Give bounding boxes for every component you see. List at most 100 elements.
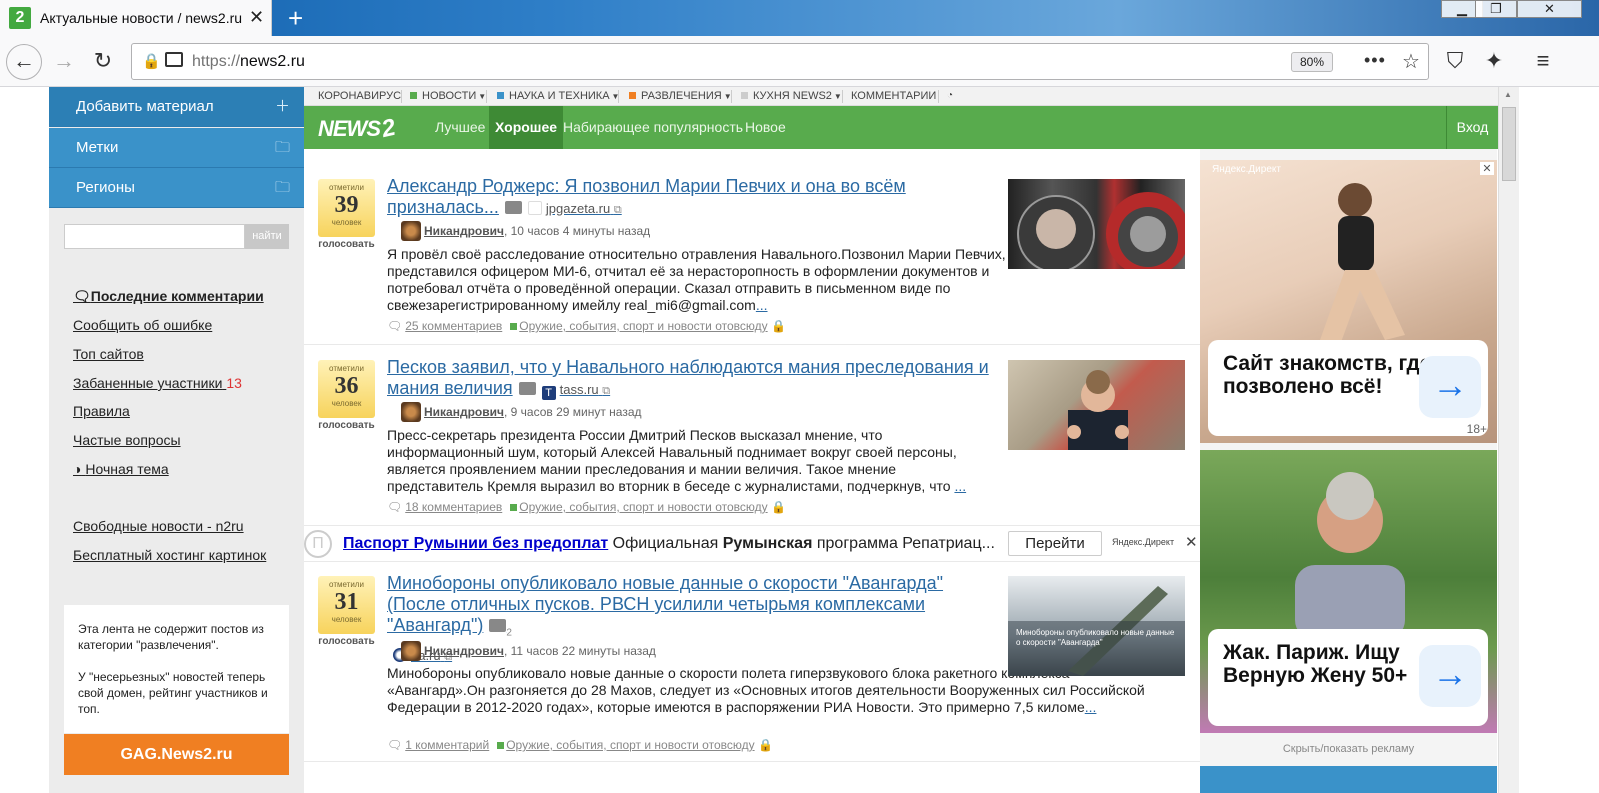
login-button[interactable]: Вход [1446,106,1498,149]
shield-icon[interactable]: ⛉ [1440,46,1470,76]
forward-icon[interactable]: → [49,46,79,76]
tab-good[interactable]: Хорошее [489,106,564,149]
arrow-right-icon[interactable]: → [1419,645,1481,707]
tab-rising[interactable]: Набирающее популярность [563,106,743,149]
faq-link[interactable]: Частые вопросы [73,432,181,448]
vote-widget[interactable]: отметили 31 человек голосовать [318,576,375,647]
cat-kitchen[interactable]: КУХНЯ NEWS2 ▼ [741,90,842,102]
vote-link[interactable]: голосовать [318,420,375,431]
divider [618,90,619,103]
ad-dating[interactable]: Яндекс.Директ ✕ Сайт знакомств, где позв… [1200,160,1497,443]
top-sites-link[interactable]: Топ сайтов [73,346,144,362]
free-hosting-link[interactable]: Бесплатный хостинг картинок [73,547,266,563]
window-close-icon[interactable]: ✕ [1517,0,1582,18]
source-link[interactable]: Ttass.ru ⧉ [541,382,610,400]
ad-text[interactable]: Паспорт Румынии без предоплат Официальна… [343,535,995,553]
back-icon[interactable]: ← [6,44,42,80]
ad-bottom-bar [1200,766,1497,793]
cat-entertainment[interactable]: РАЗВЛЕЧЕНИЯ ▼ [629,90,732,102]
extension-icon[interactable]: ✦ [1479,46,1509,76]
post-title[interactable]: Песков заявил, что у Навального наблюдаю… [387,357,1002,402]
vote-widget[interactable]: отметили 39 человек голосовать [318,179,375,250]
regions-button[interactable]: Регионы 🗀 [49,168,304,208]
read-more-link[interactable]: ... [954,478,966,494]
read-more-link[interactable]: ... [756,297,768,313]
ad-paris[interactable]: Жак. Париж. Ищу Верную Жену 50+ → [1200,450,1497,733]
post-author: Никандрович, 9 часов 29 минут назад [401,402,642,422]
search-button[interactable]: найти [245,224,289,249]
cat-news[interactable]: НОВОСТИ ▼ [410,90,486,102]
rules-link[interactable]: Правила [73,403,130,419]
author-link[interactable]: Никандрович [424,405,504,419]
author-link[interactable]: Никандрович [424,224,504,238]
category-link[interactable]: Оружие, события, спорт и новости отовсюд… [519,500,767,514]
scrollbar-thumb[interactable] [1502,107,1516,181]
report-error-link[interactable]: Сообщить об ошибке [73,317,212,333]
read-more-link[interactable]: ... [1085,699,1097,715]
main-nav: NEWS2 Лучшее Хорошее Набирающее популярн… [304,106,1498,149]
browser-tab-active[interactable]: 2 Актуальные новости / news2.ru ✕ [0,0,272,36]
post-thumbnail[interactable] [1008,179,1185,269]
banned-users-link[interactable]: Забаненные участники 13 [73,375,242,391]
rss-icon[interactable]: ◔ [947,90,953,101]
tags-button[interactable]: Метки 🗀 [49,128,304,168]
category-color-dot [410,92,417,99]
ad-go-button[interactable]: Перейти [1008,531,1102,556]
search-input[interactable] [64,224,245,249]
url-text[interactable]: https://news2.ru [192,53,305,71]
tags-label: Метки [76,139,119,156]
post-author: Никандрович, 11 часов 22 минуты назад [401,641,656,661]
arrow-right-icon[interactable]: → [1419,356,1481,418]
tab-new[interactable]: Новое [745,106,786,149]
inline-ad[interactable]: П Паспорт Румынии без предоплат Официаль… [304,526,1200,562]
cat-coronavirus[interactable]: КОРОНАВИРУС [318,90,401,102]
vote-link[interactable]: голосовать [318,636,375,647]
vote-box[interactable]: отметили 39 человек [318,179,375,237]
vote-link[interactable]: голосовать [318,239,375,250]
post-thumbnail[interactable] [1008,360,1185,450]
vote-box[interactable]: отметили 31 человек [318,576,375,634]
tab-best[interactable]: Лучшее [435,106,485,149]
comments-link[interactable]: 18 комментариев [405,500,502,514]
night-theme-link[interactable]: ◑ Ночная тема [73,461,169,477]
address-bar[interactable]: 🔒 https://news2.ru 80% ••• ☆ [131,43,1429,80]
vote-box[interactable]: отметили 36 человек [318,360,375,418]
tab-close-icon[interactable]: ✕ [249,7,264,28]
zoom-level[interactable]: 80% [1291,52,1334,72]
maximize-icon[interactable]: ❐ [1475,0,1517,18]
author-link[interactable]: Никандрович [424,644,504,658]
post-title[interactable]: Александр Роджерс: Я позвонил Марии Певч… [387,176,1002,221]
post-thumbnail[interactable]: Минобороны опубликовало новые данные о с… [1008,576,1185,676]
reload-icon[interactable]: ↻ [88,46,118,76]
source-link[interactable]: jpgazeta.ru ⧉ [527,201,622,216]
last-comments-link[interactable]: 🗨Последние комментарии [73,288,264,305]
page-scrollbar[interactable]: ▲ [1498,87,1519,793]
category-dot [510,323,518,330]
page-actions-icon[interactable]: ••• [1364,50,1386,71]
new-tab-icon[interactable]: + [288,3,303,34]
toggle-ads-link[interactable]: Скрыть/показать рекламу [1200,743,1497,755]
category-color-dot [629,92,636,99]
scroll-up-icon[interactable]: ▲ [1504,90,1512,99]
avatar [401,402,421,422]
cat-science[interactable]: НАУКА И ТЕХНИКА ▼ [497,90,619,102]
comments-link[interactable]: 1 комментарий [405,738,489,752]
cat-comments[interactable]: КОММЕНТАРИИ [851,90,936,102]
bookmark-star-icon[interactable]: ☆ [1402,49,1420,74]
category-link[interactable]: Оружие, события, спорт и новости отовсюд… [519,319,767,333]
divider [842,90,843,103]
add-material-button[interactable]: Добавить материал ＋ [49,87,304,127]
free-news-link[interactable]: Свободные новости - n2ru [73,518,244,534]
comments-link[interactable]: 25 комментариев [405,319,502,333]
news-post: отметили 39 человек голосовать Александр… [304,149,1200,345]
ad-title-link[interactable]: Паспорт Румынии без предоплат [343,535,608,552]
ad-close-icon[interactable]: ✕ [1185,533,1198,551]
hamburger-menu-icon[interactable]: ≡ [1528,46,1558,76]
vote-widget[interactable]: отметили 36 человек голосовать [318,360,375,431]
yandex-direct-label[interactable]: Яндекс.Директ [1112,537,1174,547]
news2-logo[interactable]: NEWS2 [318,114,397,143]
gag-news2-button[interactable]: GAG.News2.ru [64,734,289,775]
add-material-label: Добавить материал [76,98,214,115]
category-link[interactable]: Оружие, события, спорт и новости отовсюд… [506,738,754,752]
avatar [401,641,421,661]
